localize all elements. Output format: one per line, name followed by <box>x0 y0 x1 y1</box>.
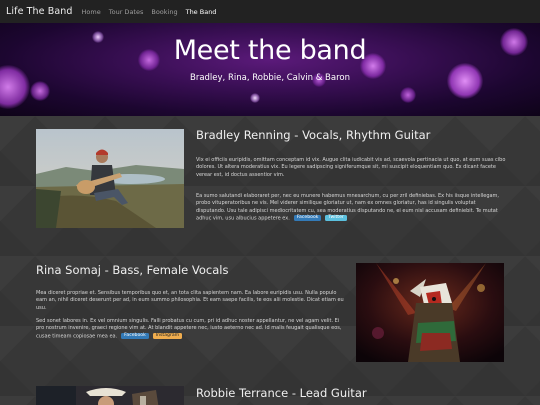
robbie-name: Robbie Terrance - Lead Guitar <box>196 386 367 400</box>
brand-link[interactable]: Life The Band <box>6 6 73 17</box>
rina-bio-text: Sed sonet labores in. Ex vel omnium sing… <box>36 318 342 340</box>
bradley-bio-text: Ea sumo salutandi elaboraret per, nec eu… <box>196 193 500 222</box>
bradley-bio-paragraph: Ea sumo salutandi elaboraret per, nec eu… <box>196 193 506 223</box>
hero-banner: Meet the band Bradley, Rina, Robbie, Cal… <box>0 23 540 116</box>
band-members-section: Bradley Renning - Vocals, Rhythm Guitar … <box>0 116 540 405</box>
bradley-name: Bradley Renning - Vocals, Rhythm Guitar <box>196 128 431 142</box>
rina-bio-paragraph: Mea diceret propriae et. Sensibus tempor… <box>36 290 344 311</box>
rina-name: Rina Somaj - Bass, Female Vocals <box>36 263 229 277</box>
rina-photo <box>356 263 504 362</box>
bokeh-light <box>400 87 416 103</box>
bradley-facebook-button[interactable]: Facebook <box>293 214 322 221</box>
rina-bio-paragraph: Sed sonet labores in. Ex vel omnium sing… <box>36 318 346 340</box>
nav-link-tour-dates[interactable]: Tour Dates <box>109 8 144 16</box>
rina-facebook-button[interactable]: Facebook <box>121 332 149 339</box>
navbar: Life The Band Home Tour Dates Booking Th… <box>0 0 540 23</box>
nav-link-home[interactable]: Home <box>82 8 101 16</box>
bokeh-light <box>250 93 260 103</box>
bokeh-light <box>30 81 50 101</box>
page-subtitle: Bradley, Rina, Robbie, Calvin & Baron <box>190 73 350 83</box>
bradley-twitter-button[interactable]: Twitter <box>325 214 347 221</box>
rina-instagram-button[interactable]: Instagram <box>152 332 183 339</box>
bradley-bio-paragraph: Vix ei officiis euripidis, omittam conce… <box>196 157 506 178</box>
bokeh-light <box>0 65 30 109</box>
robbie-photo <box>36 386 184 405</box>
page-title: Meet the band <box>173 35 367 66</box>
nav-link-booking[interactable]: Booking <box>151 8 177 16</box>
bradley-photo <box>36 129 184 228</box>
nav-link-the-band[interactable]: The Band <box>186 8 217 16</box>
